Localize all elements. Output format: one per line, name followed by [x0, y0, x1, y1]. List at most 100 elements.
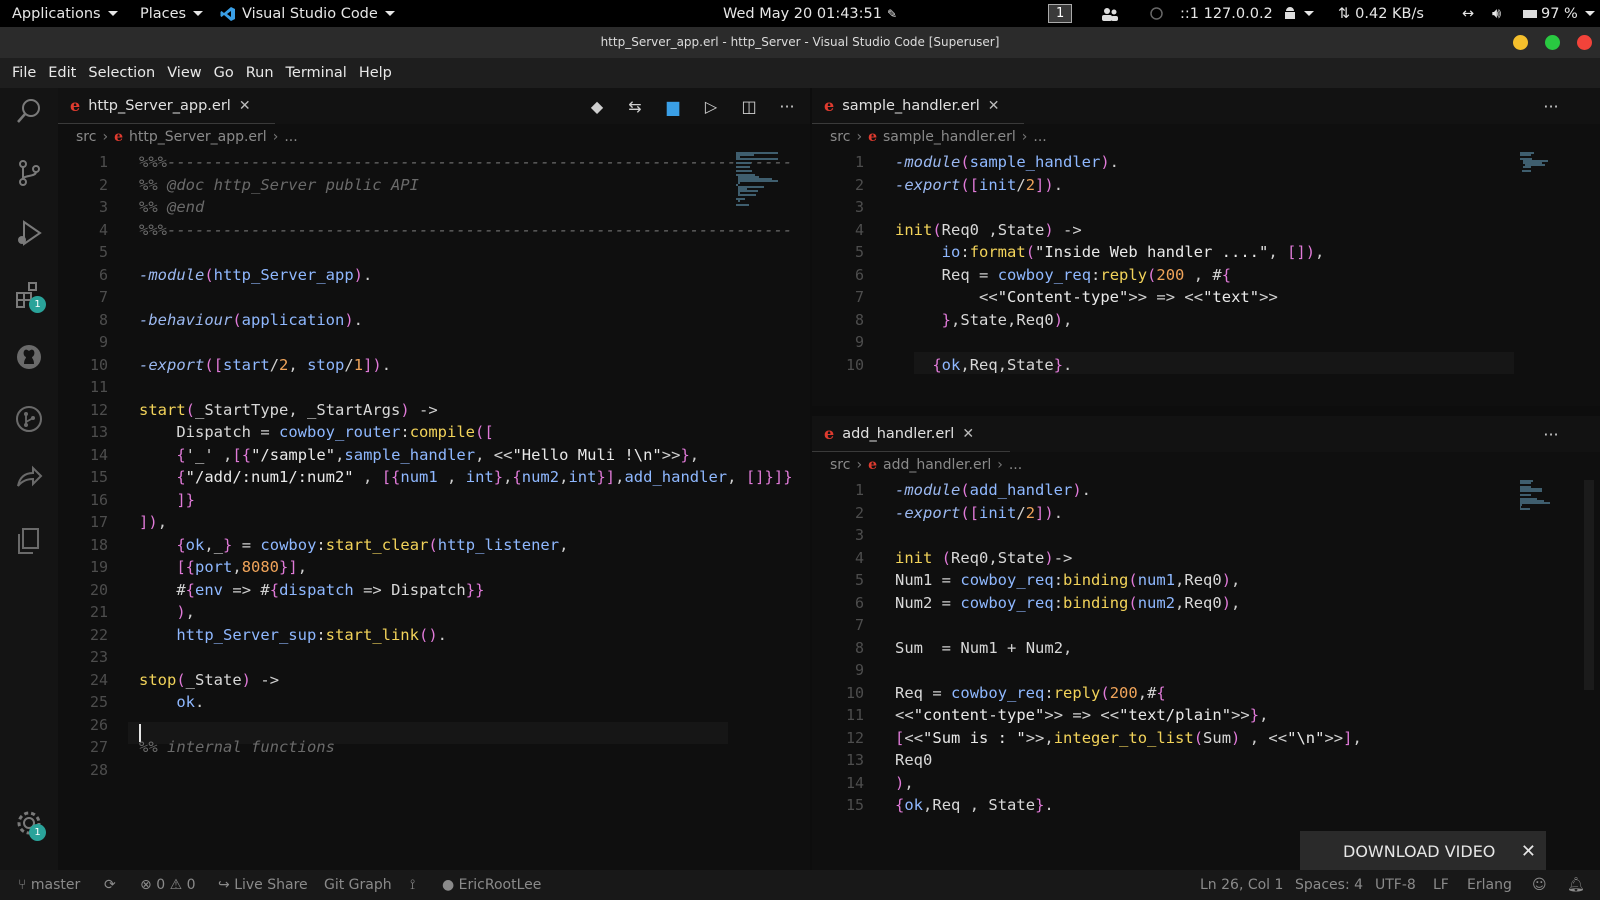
code-line[interactable]: Num1 = cowboy_req:binding(num1,Req0),: [895, 569, 1240, 592]
places-menu[interactable]: Places: [140, 0, 204, 27]
code-line[interactable]: {ok,_} = cowboy:start_clear(http_listene…: [139, 534, 568, 557]
sync-icon[interactable]: ⟳: [104, 870, 116, 900]
breadcrumb-src[interactable]: src: [830, 457, 850, 473]
indentation[interactable]: Spaces: 4: [1295, 870, 1363, 900]
clock[interactable]: Wed May 20 01:43:51 ✎: [723, 0, 897, 27]
code-line[interactable]: Sum = Num1 + Num2,: [895, 637, 1072, 660]
code-line[interactable]: ]),: [139, 511, 167, 534]
git-graph-button[interactable]: Git Graph: [324, 870, 392, 900]
menu-help[interactable]: Help: [353, 65, 398, 81]
more-actions-icon[interactable]: ···: [1532, 425, 1570, 444]
cursor-position[interactable]: Ln 26, Col 1: [1200, 870, 1283, 900]
more-actions-icon[interactable]: ···: [768, 97, 806, 116]
close-icon[interactable]: ✕: [239, 98, 251, 114]
code-line[interactable]: ),: [139, 601, 195, 624]
code-line[interactable]: [<<"Sum is : ">>,integer_to_list(Sum) , …: [895, 727, 1362, 750]
download-video-banner[interactable]: DOWNLOAD VIDEO ✕: [1300, 831, 1546, 871]
menu-selection[interactable]: Selection: [82, 65, 161, 81]
code-line[interactable]: ok.: [139, 691, 204, 714]
minimap[interactable]: [1520, 480, 1580, 520]
end-of-line[interactable]: LF: [1433, 870, 1449, 900]
scrollbar[interactable]: [1584, 480, 1594, 690]
code-line[interactable]: %% @doc http_Server public API: [139, 174, 419, 197]
code-line[interactable]: %% internal functions: [139, 736, 335, 759]
more-actions-icon[interactable]: ···: [1532, 97, 1570, 116]
breadcrumb-symbols[interactable]: ...: [284, 129, 297, 145]
run-debug-icon[interactable]: [14, 218, 44, 248]
close-icon[interactable]: ✕: [1521, 841, 1536, 862]
people-icon[interactable]: [1101, 0, 1119, 27]
code-line[interactable]: {"/add/:num1/:num2" , [{num1 , int},{num…: [139, 466, 792, 489]
breadcrumb-symbols[interactable]: ...: [1009, 457, 1022, 473]
code-line[interactable]: stop(_State) ->: [139, 669, 279, 692]
menu-view[interactable]: View: [161, 65, 207, 81]
breadcrumb-src[interactable]: src: [76, 129, 96, 145]
code-line[interactable]: <<"content-type">> => <<"text/plain">>},: [895, 704, 1268, 727]
breadcrumb-src[interactable]: src: [830, 129, 850, 145]
close-icon[interactable]: ✕: [988, 98, 1000, 114]
code-line[interactable]: <<"Content-type">> => <<"text">>: [895, 286, 1278, 309]
open-file-icon[interactable]: ▆: [654, 97, 692, 116]
git-graph-icon[interactable]: [14, 404, 44, 434]
run-icon[interactable]: ▷: [692, 97, 730, 116]
breadcrumb-file[interactable]: add_handler.erl: [883, 457, 991, 473]
code-line[interactable]: {ok,Req,State}.: [895, 354, 1072, 377]
breadcrumb-symbols[interactable]: ...: [1033, 129, 1046, 145]
code-editor[interactable]: 1 -module(sample_handler). 2 -export([init/…: [812, 151, 1512, 401]
branch-indicator[interactable]: ⑂ master: [18, 870, 80, 900]
code-line[interactable]: -module(http_Server_app).: [139, 264, 372, 287]
code-line[interactable]: -export([init/2]).: [895, 174, 1063, 197]
app-menu[interactable]: Visual Studio Code: [220, 0, 395, 27]
menu-terminal[interactable]: Terminal: [280, 65, 353, 81]
code-line[interactable]: -export([init/2]).: [895, 502, 1063, 525]
close-window-button[interactable]: [1577, 35, 1592, 50]
git-commit-icon[interactable]: ⟟: [410, 870, 415, 900]
code-line[interactable]: ),: [895, 772, 914, 795]
menu-run[interactable]: Run: [240, 65, 280, 81]
network-address[interactable]: ::1 127.0.0.2: [1180, 0, 1273, 27]
applications-menu[interactable]: Applications: [12, 0, 118, 27]
code-line[interactable]: #{env => #{dispatch => Dispatch}}: [139, 579, 484, 602]
code-line[interactable]: Req = cowboy_req:reply(200 , #{: [895, 264, 1231, 287]
volume-icon[interactable]: 🔊︎: [1492, 0, 1501, 27]
notifications-bell-icon[interactable]: 🔔︎: [1567, 870, 1585, 900]
workspace-indicator[interactable]: 1: [1048, 0, 1073, 27]
code-editor[interactable]: 1 %%%------------------------------------…: [58, 151, 793, 851]
battery-indicator[interactable]: 97 %: [1523, 0, 1595, 27]
code-line[interactable]: [{port,8080}],: [139, 556, 307, 579]
minimap[interactable]: [736, 152, 796, 212]
minimize-button[interactable]: [1513, 35, 1528, 50]
network-arrows-icon[interactable]: ↔: [1462, 0, 1474, 27]
tab-sample-handler[interactable]: e sample_handler.erl ✕: [812, 88, 1024, 124]
github-icon[interactable]: [14, 342, 44, 372]
status-circle-icon[interactable]: [1150, 0, 1163, 27]
code-line[interactable]: init (Req0,State)->: [895, 547, 1072, 570]
code-line[interactable]: Num2 = cowboy_req:binding(num2,Req0),: [895, 592, 1240, 615]
tab-add-handler[interactable]: e add_handler.erl ✕: [812, 416, 1010, 452]
language-mode[interactable]: Erlang: [1467, 870, 1512, 900]
live-share-icon[interactable]: [14, 464, 44, 494]
explorer-icon[interactable]: [14, 526, 44, 556]
code-line[interactable]: %%%-------------------------------------…: [139, 151, 792, 174]
download-video-label[interactable]: DOWNLOAD VIDEO: [1343, 842, 1495, 861]
code-line[interactable]: %%%-------------------------------------…: [139, 219, 792, 242]
code-line[interactable]: -export([start/2, stop/1]).: [139, 354, 391, 377]
code-line[interactable]: io:format("Inside Web handler ....", [])…: [895, 241, 1325, 264]
code-line[interactable]: -module(sample_handler).: [895, 151, 1119, 174]
search-icon[interactable]: [14, 96, 44, 126]
encoding[interactable]: UTF-8: [1375, 870, 1416, 900]
code-line[interactable]: -behaviour(application).: [139, 309, 363, 332]
problems-indicator[interactable]: ⊗ 0 ⚠ 0: [140, 870, 196, 900]
maximize-button[interactable]: [1545, 35, 1560, 50]
code-line[interactable]: Req0: [895, 749, 932, 772]
breadcrumb-file[interactable]: http_Server_app.erl: [129, 129, 267, 145]
tab-http-server-app[interactable]: e http_Server_app.erl ✕: [58, 88, 275, 124]
code-editor[interactable]: 1 -module(add_handler). 2 -export([init/2])…: [812, 479, 1512, 839]
code-line[interactable]: %% @end: [139, 196, 204, 219]
minimap[interactable]: [1520, 152, 1580, 192]
menu-edit[interactable]: Edit: [42, 65, 82, 81]
github-user[interactable]: ● EricRootLee: [442, 870, 541, 900]
code-line[interactable]: {ok,Req , State}.: [895, 794, 1054, 817]
compare-changes-icon[interactable]: ⇆: [616, 97, 654, 116]
menu-go[interactable]: Go: [208, 65, 240, 81]
